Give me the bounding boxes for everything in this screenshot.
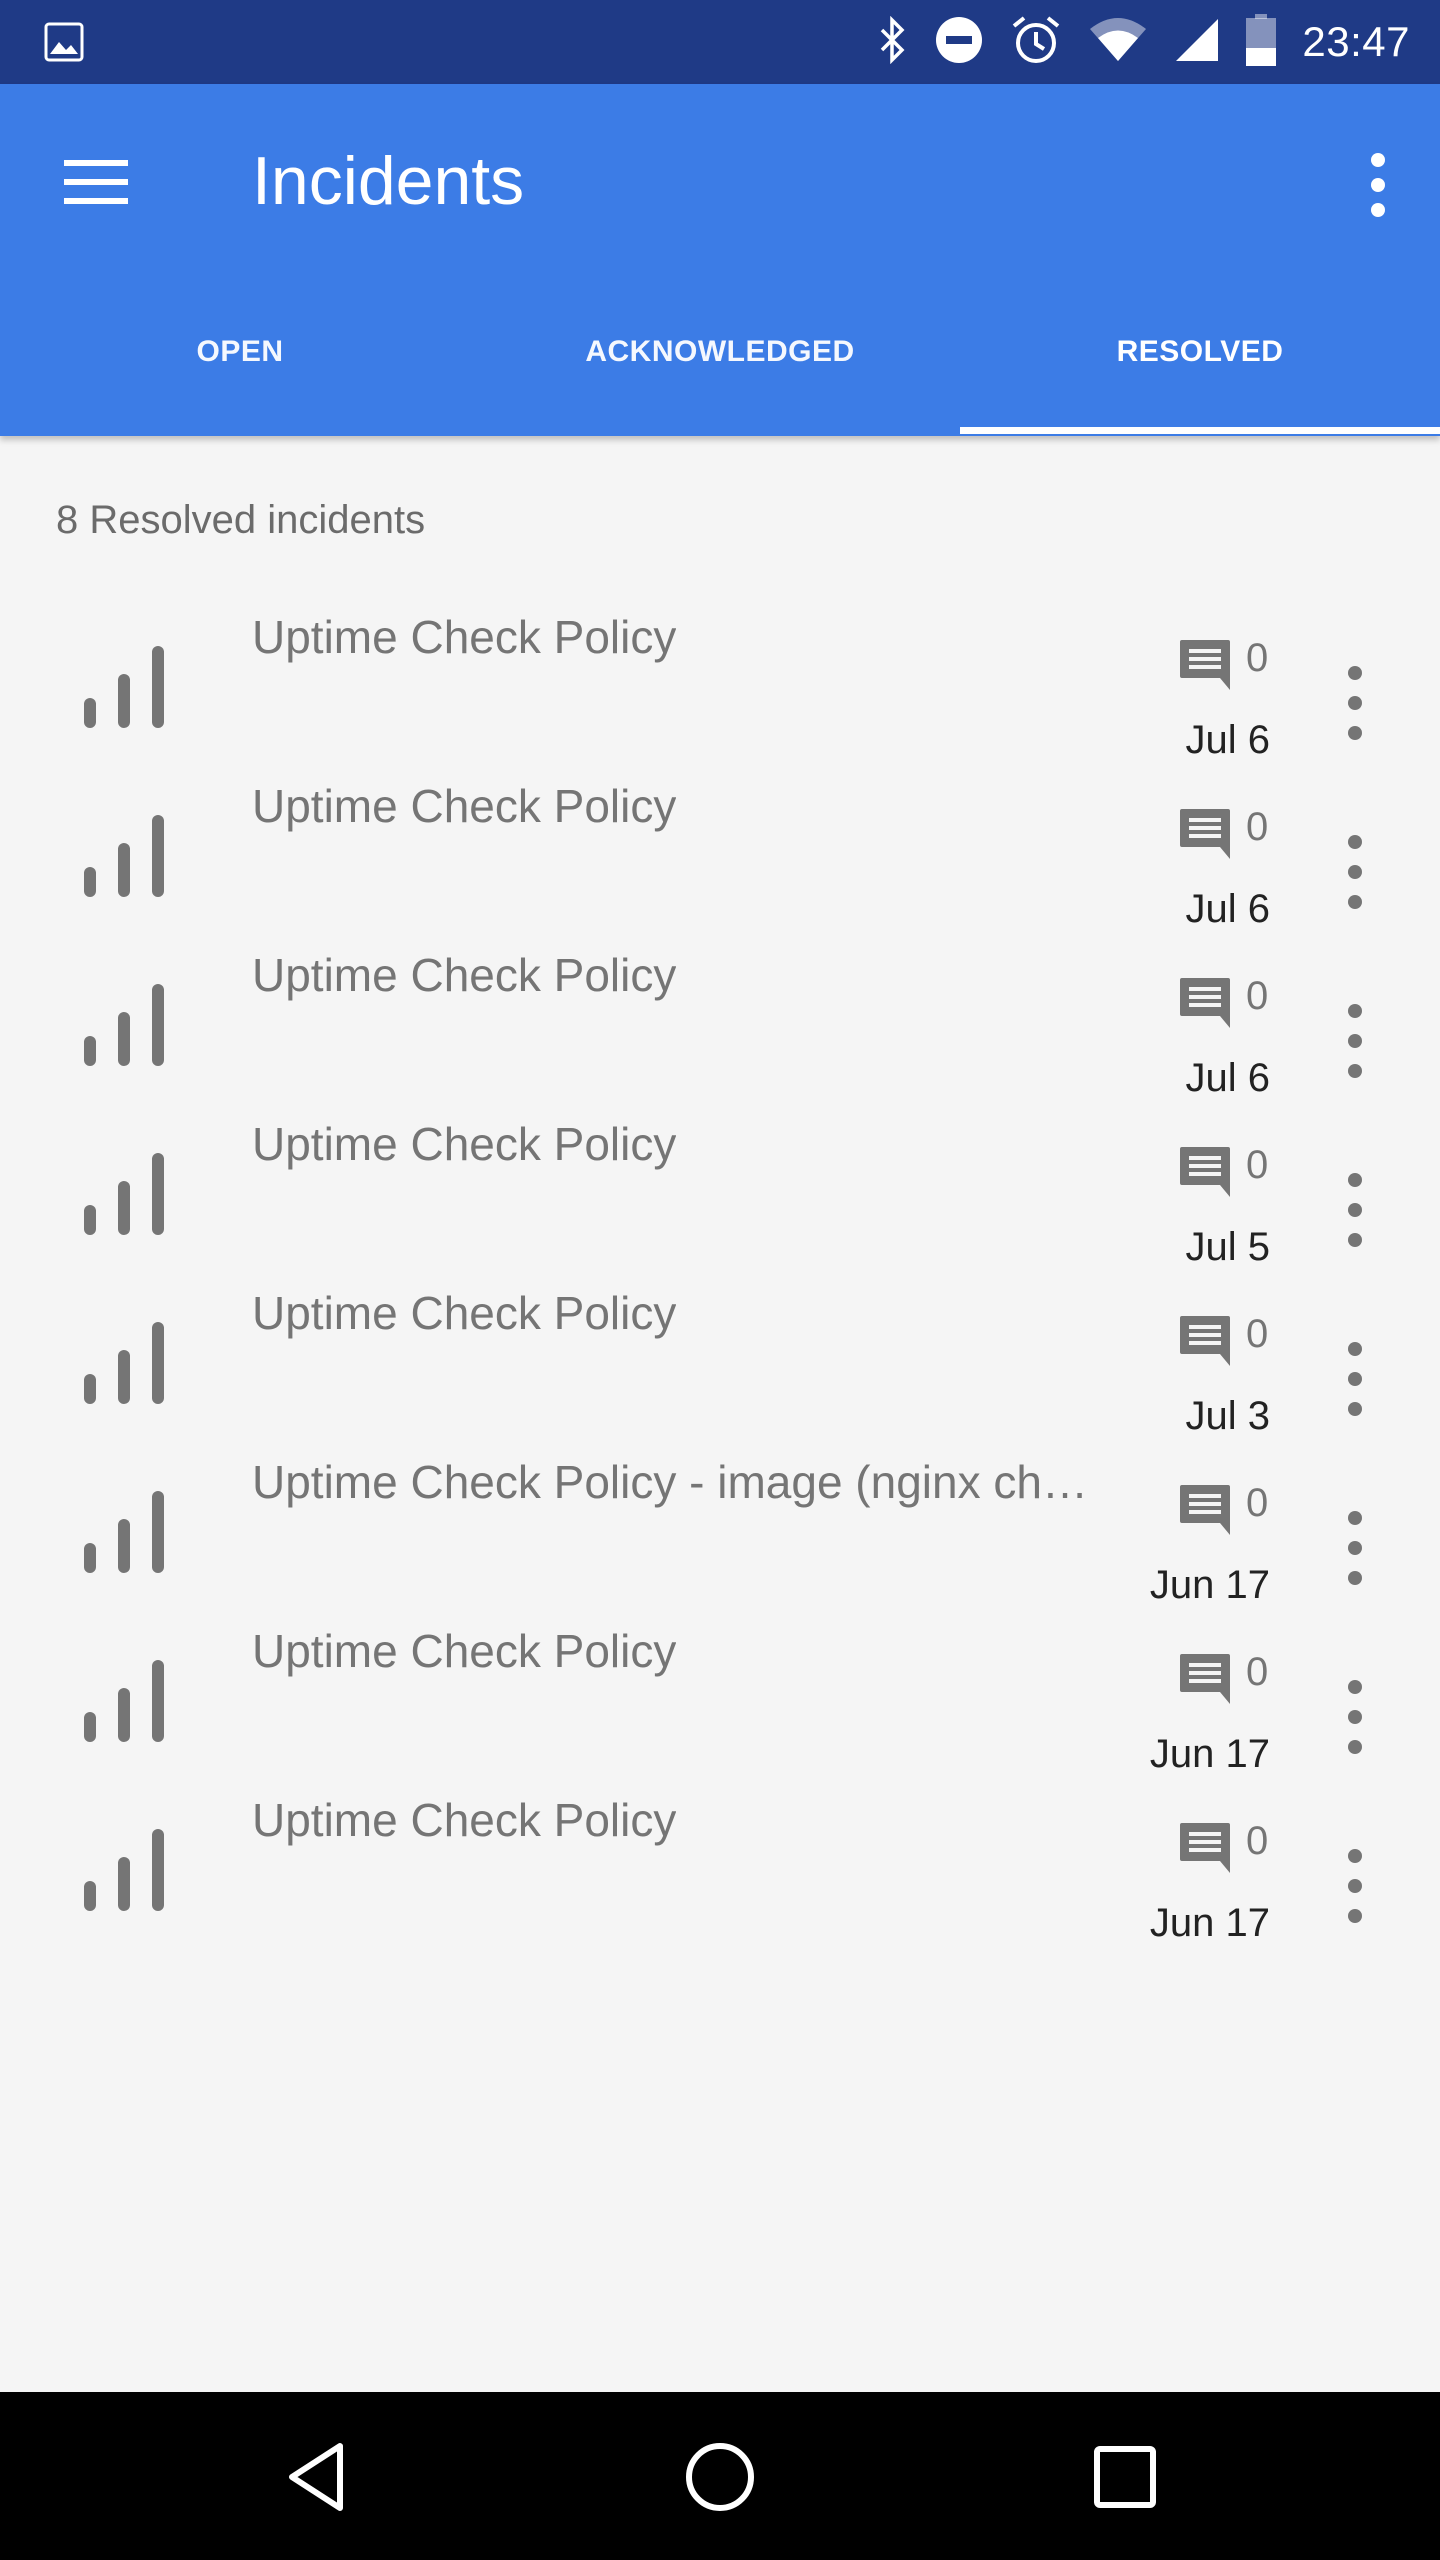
severity-bars-icon <box>82 1147 166 1237</box>
severity-bars-icon <box>82 1654 166 1744</box>
bluetooth-icon <box>878 15 908 69</box>
incident-date: Jul 6 <box>1185 718 1271 762</box>
more-vert-icon[interactable] <box>1340 1841 1370 1931</box>
status-bar: 23:47 <box>0 0 1440 84</box>
comment-icon <box>1178 1652 1232 1704</box>
more-vert-icon[interactable] <box>1340 1503 1370 1593</box>
severity-bars-icon <box>82 1316 166 1406</box>
incident-date: Jul 5 <box>1185 1225 1271 1269</box>
menu-icon[interactable] <box>62 154 132 210</box>
incident-list: Uptime Check Policy 0 Jul 6 Uptime Check Po… <box>0 590 1440 1945</box>
incident-date: Jun 17 <box>1149 1901 1270 1945</box>
comment-count: 0 <box>1246 1650 1269 1694</box>
signal-icon <box>1174 17 1220 68</box>
more-vert-icon[interactable] <box>1358 150 1398 220</box>
tab-open[interactable]: OPEN <box>0 284 480 436</box>
comment-icon <box>1178 976 1232 1028</box>
severity-bars-icon <box>82 1823 166 1913</box>
tab-label: OPEN <box>196 335 284 368</box>
tab-indicator <box>960 427 1440 434</box>
comment-count: 0 <box>1246 636 1269 680</box>
comment-icon <box>1178 1314 1232 1366</box>
incident-name: Uptime Check Policy <box>252 611 677 663</box>
battery-icon <box>1246 13 1277 71</box>
home-icon[interactable] <box>675 2432 765 2522</box>
incident-count: 8 Resolved incidents <box>56 498 426 542</box>
incident-row[interactable]: Uptime Check Policy 0 Jul 6 <box>0 590 1440 762</box>
incident-row[interactable]: Uptime Check Policy 0 Jun 17 <box>0 1773 1440 1945</box>
severity-bars-icon <box>82 640 166 730</box>
incident-date: Jun 17 <box>1149 1732 1270 1776</box>
page-title: Incidents <box>252 143 525 219</box>
severity-bars-icon <box>82 978 166 1068</box>
tab-resolved[interactable]: RESOLVED <box>960 284 1440 436</box>
more-vert-icon[interactable] <box>1340 1165 1370 1255</box>
back-icon[interactable] <box>272 2432 362 2522</box>
recents-icon[interactable] <box>1080 2432 1170 2522</box>
more-vert-icon[interactable] <box>1340 1672 1370 1762</box>
incident-name: Uptime Check Policy <box>252 1118 677 1170</box>
severity-bars-icon <box>82 809 166 899</box>
incident-row[interactable]: Uptime Check Policy 0 Jun 17 <box>0 1604 1440 1776</box>
more-vert-icon[interactable] <box>1340 1334 1370 1424</box>
more-vert-icon[interactable] <box>1340 658 1370 748</box>
comment-icon <box>1178 1145 1232 1197</box>
incident-name: Uptime Check Policy <box>252 780 677 832</box>
tab-label: ACKNOWLEDGED <box>585 335 855 368</box>
comment-icon <box>1178 807 1232 859</box>
comment-icon <box>1178 638 1232 690</box>
incident-name: Uptime Check Policy <box>252 1287 677 1339</box>
tab-label: RESOLVED <box>1116 335 1284 368</box>
incident-name: Uptime Check Policy - image (nginx ch… <box>252 1456 1088 1508</box>
incident-date: Jul 6 <box>1185 1056 1271 1100</box>
more-vert-icon[interactable] <box>1340 827 1370 917</box>
incident-date: Jul 3 <box>1185 1394 1271 1438</box>
comment-icon <box>1178 1821 1232 1873</box>
incident-name: Uptime Check Policy <box>252 949 677 1001</box>
tab-bar: OPEN ACKNOWLEDGED RESOLVED <box>0 284 1440 436</box>
incident-row[interactable]: Uptime Check Policy 0 Jul 3 <box>0 1266 1440 1438</box>
clock-time: 23:47 <box>1302 18 1410 65</box>
tab-acknowledged[interactable]: ACKNOWLEDGED <box>480 284 960 436</box>
comment-count: 0 <box>1246 1312 1269 1356</box>
comment-count: 0 <box>1246 1819 1269 1863</box>
wifi-icon <box>1088 17 1148 68</box>
comment-icon <box>1178 1483 1232 1535</box>
incident-name: Uptime Check Policy <box>252 1794 677 1846</box>
more-vert-icon[interactable] <box>1340 996 1370 1086</box>
comment-count: 0 <box>1246 805 1269 849</box>
navigation-bar <box>0 2392 1440 2560</box>
image-icon <box>44 22 84 67</box>
do-not-disturb-icon <box>934 15 984 70</box>
comment-count: 0 <box>1246 974 1269 1018</box>
severity-bars-icon <box>82 1485 166 1575</box>
app-bar: Incidents OPEN ACKNOWLEDGED RESOLVED <box>0 84 1440 436</box>
incident-row[interactable]: Uptime Check Policy 0 Jul 6 <box>0 759 1440 931</box>
incident-date: Jul 6 <box>1185 887 1271 931</box>
incident-date: Jun 17 <box>1149 1563 1270 1607</box>
incident-row[interactable]: Uptime Check Policy 0 Jul 6 <box>0 928 1440 1100</box>
comment-count: 0 <box>1246 1481 1269 1525</box>
incident-name: Uptime Check Policy <box>252 1625 677 1677</box>
comment-count: 0 <box>1246 1143 1269 1187</box>
incident-row[interactable]: Uptime Check Policy - image (nginx ch… 0 J… <box>0 1435 1440 1607</box>
incident-row[interactable]: Uptime Check Policy 0 Jul 5 <box>0 1097 1440 1269</box>
alarm-icon <box>1010 14 1062 71</box>
